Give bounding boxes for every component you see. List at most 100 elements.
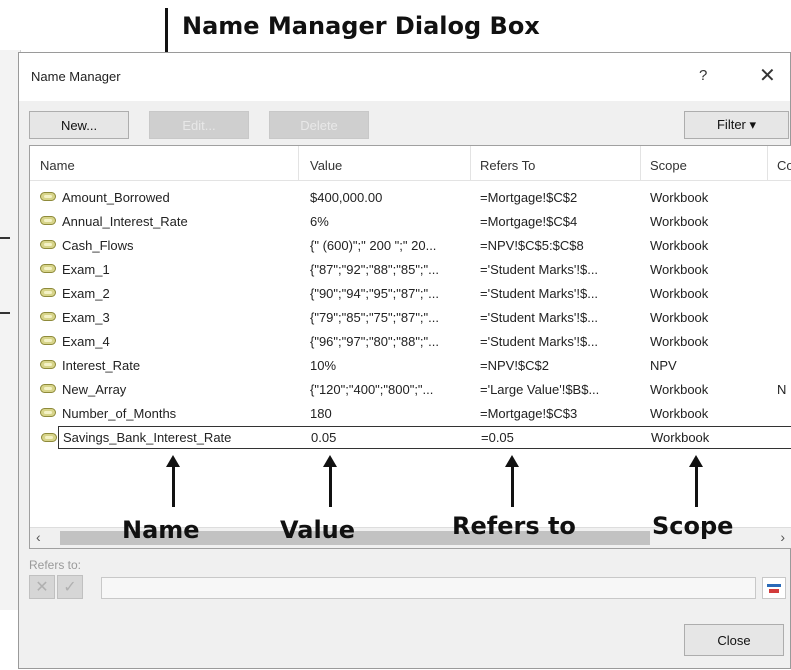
value-cell: {"120";"400";"800";"...	[310, 382, 434, 397]
new-button[interactable]: New...	[29, 111, 129, 139]
column-header-refers-to[interactable]: Refers To	[480, 158, 535, 173]
name-cell: Exam_2	[62, 286, 110, 301]
column-separator[interactable]	[767, 146, 768, 180]
defined-name-icon	[40, 408, 56, 417]
list-item[interactable]: Exam_1 {"87";"92";"88";"85";"... ='Stude…	[30, 258, 791, 281]
refers-cell: =Mortgage!$C$3	[480, 406, 578, 421]
filter-button[interactable]: Filter ▾	[684, 111, 789, 139]
column-header-comment[interactable]: Co	[777, 158, 791, 173]
refers-cell: =Mortgage!$C$4	[480, 214, 578, 229]
name-cell: Annual_Interest_Rate	[62, 214, 188, 229]
refers-cell: =0.05	[481, 430, 514, 445]
row-marker	[0, 312, 10, 314]
value-cell: {"87";"92";"88";"85";"...	[310, 262, 439, 277]
column-separator[interactable]	[298, 146, 299, 180]
refers-cell: =Mortgage!$C$2	[480, 190, 578, 205]
column-separator[interactable]	[640, 146, 641, 180]
defined-name-icon	[40, 312, 56, 321]
collapse-icon-part	[767, 584, 781, 587]
value-cell: $400,000.00	[310, 190, 383, 205]
scope-cell: Workbook	[651, 430, 710, 445]
scroll-left-icon[interactable]: ‹	[36, 529, 41, 545]
defined-name-icon	[40, 288, 56, 297]
annotation-label-value: Value	[280, 516, 356, 544]
annotation-arrow-up	[166, 455, 180, 507]
scope-cell: Workbook	[650, 310, 709, 325]
refers-cell: =NPV!$C$5:$C$8	[480, 238, 584, 253]
defined-name-icon	[40, 240, 56, 249]
defined-name-icon	[40, 360, 56, 369]
scope-cell: NPV	[650, 358, 677, 373]
scope-cell: Workbook	[650, 214, 709, 229]
scroll-right-icon[interactable]: ›	[780, 529, 785, 545]
defined-name-icon	[40, 216, 56, 225]
name-cell: Cash_Flows	[62, 238, 134, 253]
defined-name-icon	[41, 433, 57, 442]
value-cell: {"96";"97";"80";"88";"...	[310, 334, 439, 349]
scope-cell: Workbook	[650, 262, 709, 277]
list-item[interactable]: New_Array {"120";"400";"800";"... ='Larg…	[30, 378, 791, 401]
confirm-edit-icon[interactable]: ✓	[57, 575, 83, 599]
annotation-label-name: Name	[122, 516, 200, 544]
defined-name-icon	[40, 336, 56, 345]
refers-to-field[interactable]	[101, 577, 756, 599]
scope-cell: Workbook	[650, 406, 709, 421]
list-item[interactable]: Number_of_Months 180 =Mortgage!$C$3 Work…	[30, 402, 791, 425]
annotation-arrow-up	[689, 455, 703, 507]
annotation-arrow-up	[505, 455, 519, 507]
name-cell: Number_of_Months	[62, 406, 177, 421]
close-icon[interactable]: ✕	[759, 63, 776, 88]
value-cell: 10%	[310, 358, 337, 373]
list-item[interactable]: Exam_2 {"90";"94";"95";"87";"... ='Stude…	[30, 282, 791, 305]
value-cell: 180	[310, 406, 332, 421]
refers-cell: ='Student Marks'!$...	[480, 262, 599, 277]
annotation-label-scope: Scope	[652, 512, 734, 540]
scope-cell: Workbook	[650, 286, 709, 301]
comment-cell: N	[777, 382, 787, 397]
value-cell: 6%	[310, 214, 329, 229]
defined-name-icon	[40, 264, 56, 273]
column-header-value[interactable]: Value	[310, 158, 342, 173]
list-item[interactable]: Interest_Rate 10% =NPV!$C$2 NPV	[30, 354, 791, 377]
edit-button[interactable]: Edit...	[149, 111, 249, 139]
list-item[interactable]: Exam_4 {"96";"97";"80";"88";"... ='Stude…	[30, 330, 791, 353]
list-item[interactable]: Cash_Flows {" (600)";" 200 ";" 20... =NP…	[30, 234, 791, 257]
list-item[interactable]: Annual_Interest_Rate 6% =Mortgage!$C$4 W…	[30, 210, 791, 233]
collapse-dialog-icon[interactable]	[762, 577, 786, 599]
refers-to-label: Refers to:	[29, 558, 82, 572]
scope-cell: Workbook	[650, 238, 709, 253]
list-item[interactable]: Amount_Borrowed $400,000.00 =Mortgage!$C…	[30, 186, 791, 209]
cancel-edit-icon[interactable]: ✕	[29, 575, 55, 599]
name-cell: Savings_Bank_Interest_Rate	[63, 430, 232, 445]
list-item-selected[interactable]: Savings_Bank_Interest_Rate 0.05 =0.05 Wo…	[41, 426, 791, 449]
dialog-titlebar: Name Manager ? ✕	[19, 53, 790, 101]
list-item[interactable]: Exam_3 {"79";"85";"75";"87";"... ='Stude…	[30, 306, 791, 329]
annotation-label-refers-to: Refers to	[452, 512, 576, 540]
value-cell: {" (600)";" 200 ";" 20...	[310, 238, 437, 253]
column-header-name[interactable]: Name	[40, 158, 75, 173]
refers-cell: ='Large Value'!$B$...	[480, 382, 600, 397]
value-cell: {"90";"94";"95";"87";"...	[310, 286, 439, 301]
value-cell: {"79";"85";"75";"87";"...	[310, 310, 439, 325]
defined-name-icon	[40, 192, 56, 201]
close-button[interactable]: Close	[684, 624, 784, 656]
refers-cell: ='Student Marks'!$...	[480, 334, 599, 349]
defined-name-icon	[40, 384, 56, 393]
help-icon[interactable]: ?	[699, 67, 707, 84]
refers-cell: ='Student Marks'!$...	[480, 310, 599, 325]
name-manager-dialog: Name Manager ? ✕ New... Edit... Delete F…	[18, 52, 791, 669]
names-list[interactable]: Name Value Refers To Scope Co Amount_Bor…	[29, 145, 791, 549]
row-marker	[0, 237, 10, 239]
annotation-title: Name Manager Dialog Box	[182, 12, 540, 40]
delete-button[interactable]: Delete	[269, 111, 369, 139]
name-cell: Interest_Rate	[62, 358, 141, 373]
column-header-scope[interactable]: Scope	[650, 158, 687, 173]
name-cell: Exam_3	[62, 310, 110, 325]
name-cell: New_Array	[62, 382, 127, 397]
column-separator[interactable]	[470, 146, 471, 180]
value-cell: 0.05	[311, 430, 337, 445]
name-cell: Amount_Borrowed	[62, 190, 170, 205]
name-cell: Exam_1	[62, 262, 110, 277]
collapse-icon-part	[769, 589, 779, 593]
scope-cell: Workbook	[650, 190, 709, 205]
